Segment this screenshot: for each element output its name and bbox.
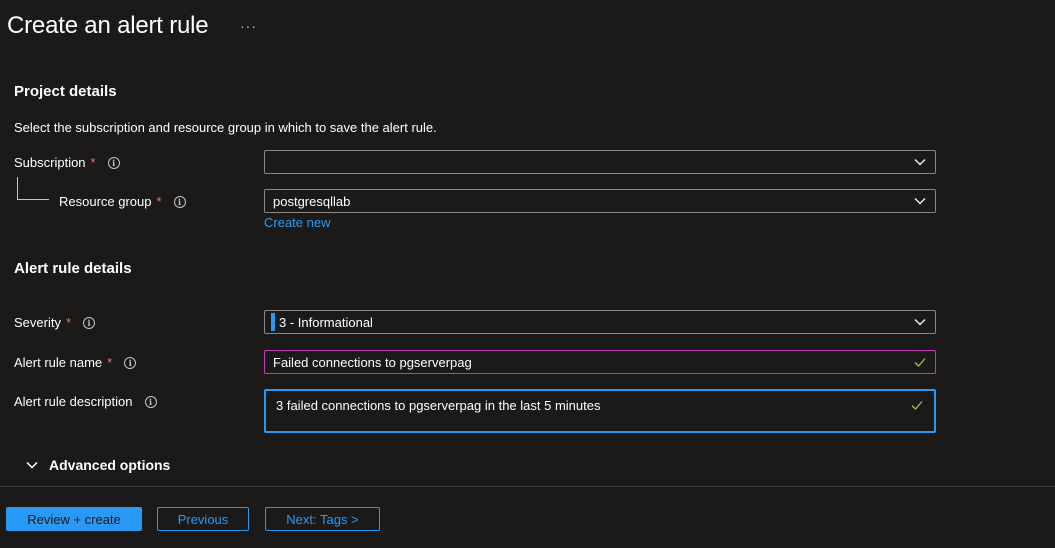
- severity-value: 3 - Informational: [279, 314, 373, 330]
- alert-rule-name-input[interactable]: Failed connections to pgserverpag: [264, 350, 936, 374]
- subscription-label-text: Subscription: [14, 155, 86, 170]
- required-marker: *: [156, 194, 162, 209]
- resource-group-dropdown[interactable]: postgresqllab: [264, 189, 936, 213]
- chevron-down-icon: [914, 198, 926, 205]
- resource-group-label: Resource group * i: [59, 194, 186, 209]
- required-marker: *: [90, 155, 96, 170]
- checkmark-icon: [914, 358, 926, 367]
- project-details-heading: Project details: [14, 83, 117, 100]
- alert-rule-name-label-text: Alert rule name: [14, 355, 103, 370]
- info-icon[interactable]: i: [107, 156, 120, 169]
- project-details-description: Select the subscription and resource gro…: [14, 120, 437, 135]
- severity-color-indicator: [271, 313, 275, 331]
- alert-rule-details-heading: Alert rule details: [14, 260, 132, 277]
- chevron-down-icon: [914, 159, 926, 166]
- advanced-options-label: Advanced options: [49, 457, 171, 473]
- tree-connector-horizontal: [17, 199, 49, 200]
- alert-rule-description-textarea[interactable]: 3 failed connections to pgserverpag in t…: [264, 389, 936, 433]
- review-create-button[interactable]: Review + create: [6, 507, 142, 531]
- create-new-resource-group-link[interactable]: Create new: [264, 215, 330, 230]
- resource-group-value: postgresqllab: [273, 193, 351, 209]
- alert-rule-name-value: Failed connections to pgserverpag: [273, 354, 472, 370]
- subscription-dropdown[interactable]: [264, 150, 936, 174]
- alert-rule-description-value: 3 failed connections to pgserverpag in t…: [276, 398, 601, 413]
- required-marker: *: [107, 355, 113, 370]
- advanced-options-toggle[interactable]: Advanced options: [25, 457, 170, 473]
- page-title: Create an alert rule: [7, 12, 209, 39]
- previous-button[interactable]: Previous: [157, 507, 249, 531]
- required-marker: *: [65, 315, 72, 330]
- checkmark-icon: [911, 401, 923, 410]
- severity-dropdown[interactable]: 3 - Informational: [264, 310, 936, 334]
- tree-connector-vertical: [17, 177, 18, 199]
- info-icon[interactable]: i: [83, 316, 96, 329]
- info-icon[interactable]: i: [124, 356, 137, 369]
- more-options-icon[interactable]: ···: [240, 18, 257, 34]
- severity-label: Severity * i: [14, 315, 96, 330]
- info-icon[interactable]: i: [144, 395, 157, 408]
- footer-divider: [0, 486, 1055, 487]
- chevron-down-icon: [26, 461, 38, 469]
- alert-rule-name-label: Alert rule name * i: [14, 355, 137, 370]
- severity-label-text: Severity: [14, 315, 61, 330]
- alert-rule-description-label-text: Alert rule description: [14, 394, 133, 409]
- resource-group-label-text: Resource group: [59, 194, 152, 209]
- next-tags-button[interactable]: Next: Tags >: [265, 507, 380, 531]
- info-icon[interactable]: i: [173, 195, 186, 208]
- alert-rule-description-label: Alert rule description i: [14, 394, 157, 409]
- subscription-label: Subscription * i: [14, 155, 120, 170]
- chevron-down-icon: [914, 319, 926, 326]
